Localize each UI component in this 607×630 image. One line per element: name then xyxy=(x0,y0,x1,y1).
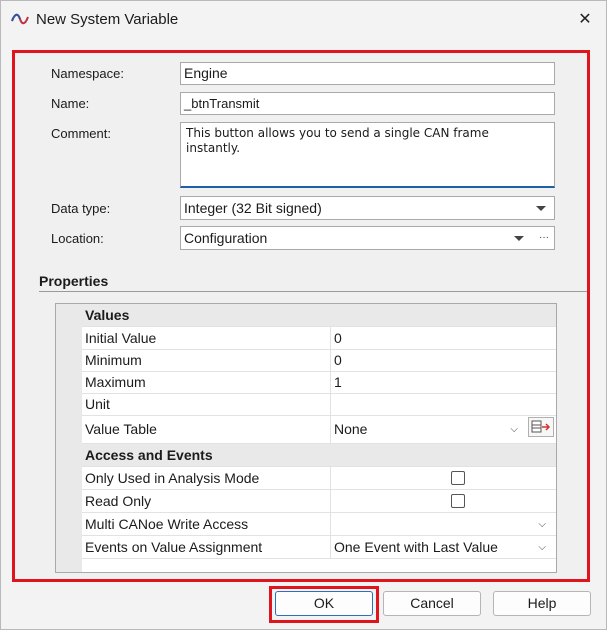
help-button[interactable]: Help xyxy=(493,591,591,616)
new-system-variable-dialog: New System Variable ✕ Namespace: Engine … xyxy=(0,0,607,630)
close-button[interactable]: ✕ xyxy=(569,5,601,35)
window-title: New System Variable xyxy=(36,11,179,28)
app-wave-icon xyxy=(11,13,29,25)
cancel-button[interactable]: Cancel xyxy=(383,591,481,616)
title-bar: New System Variable ✕ xyxy=(1,1,606,39)
form-highlight-frame xyxy=(12,50,590,582)
ok-highlight-frame xyxy=(269,586,379,623)
